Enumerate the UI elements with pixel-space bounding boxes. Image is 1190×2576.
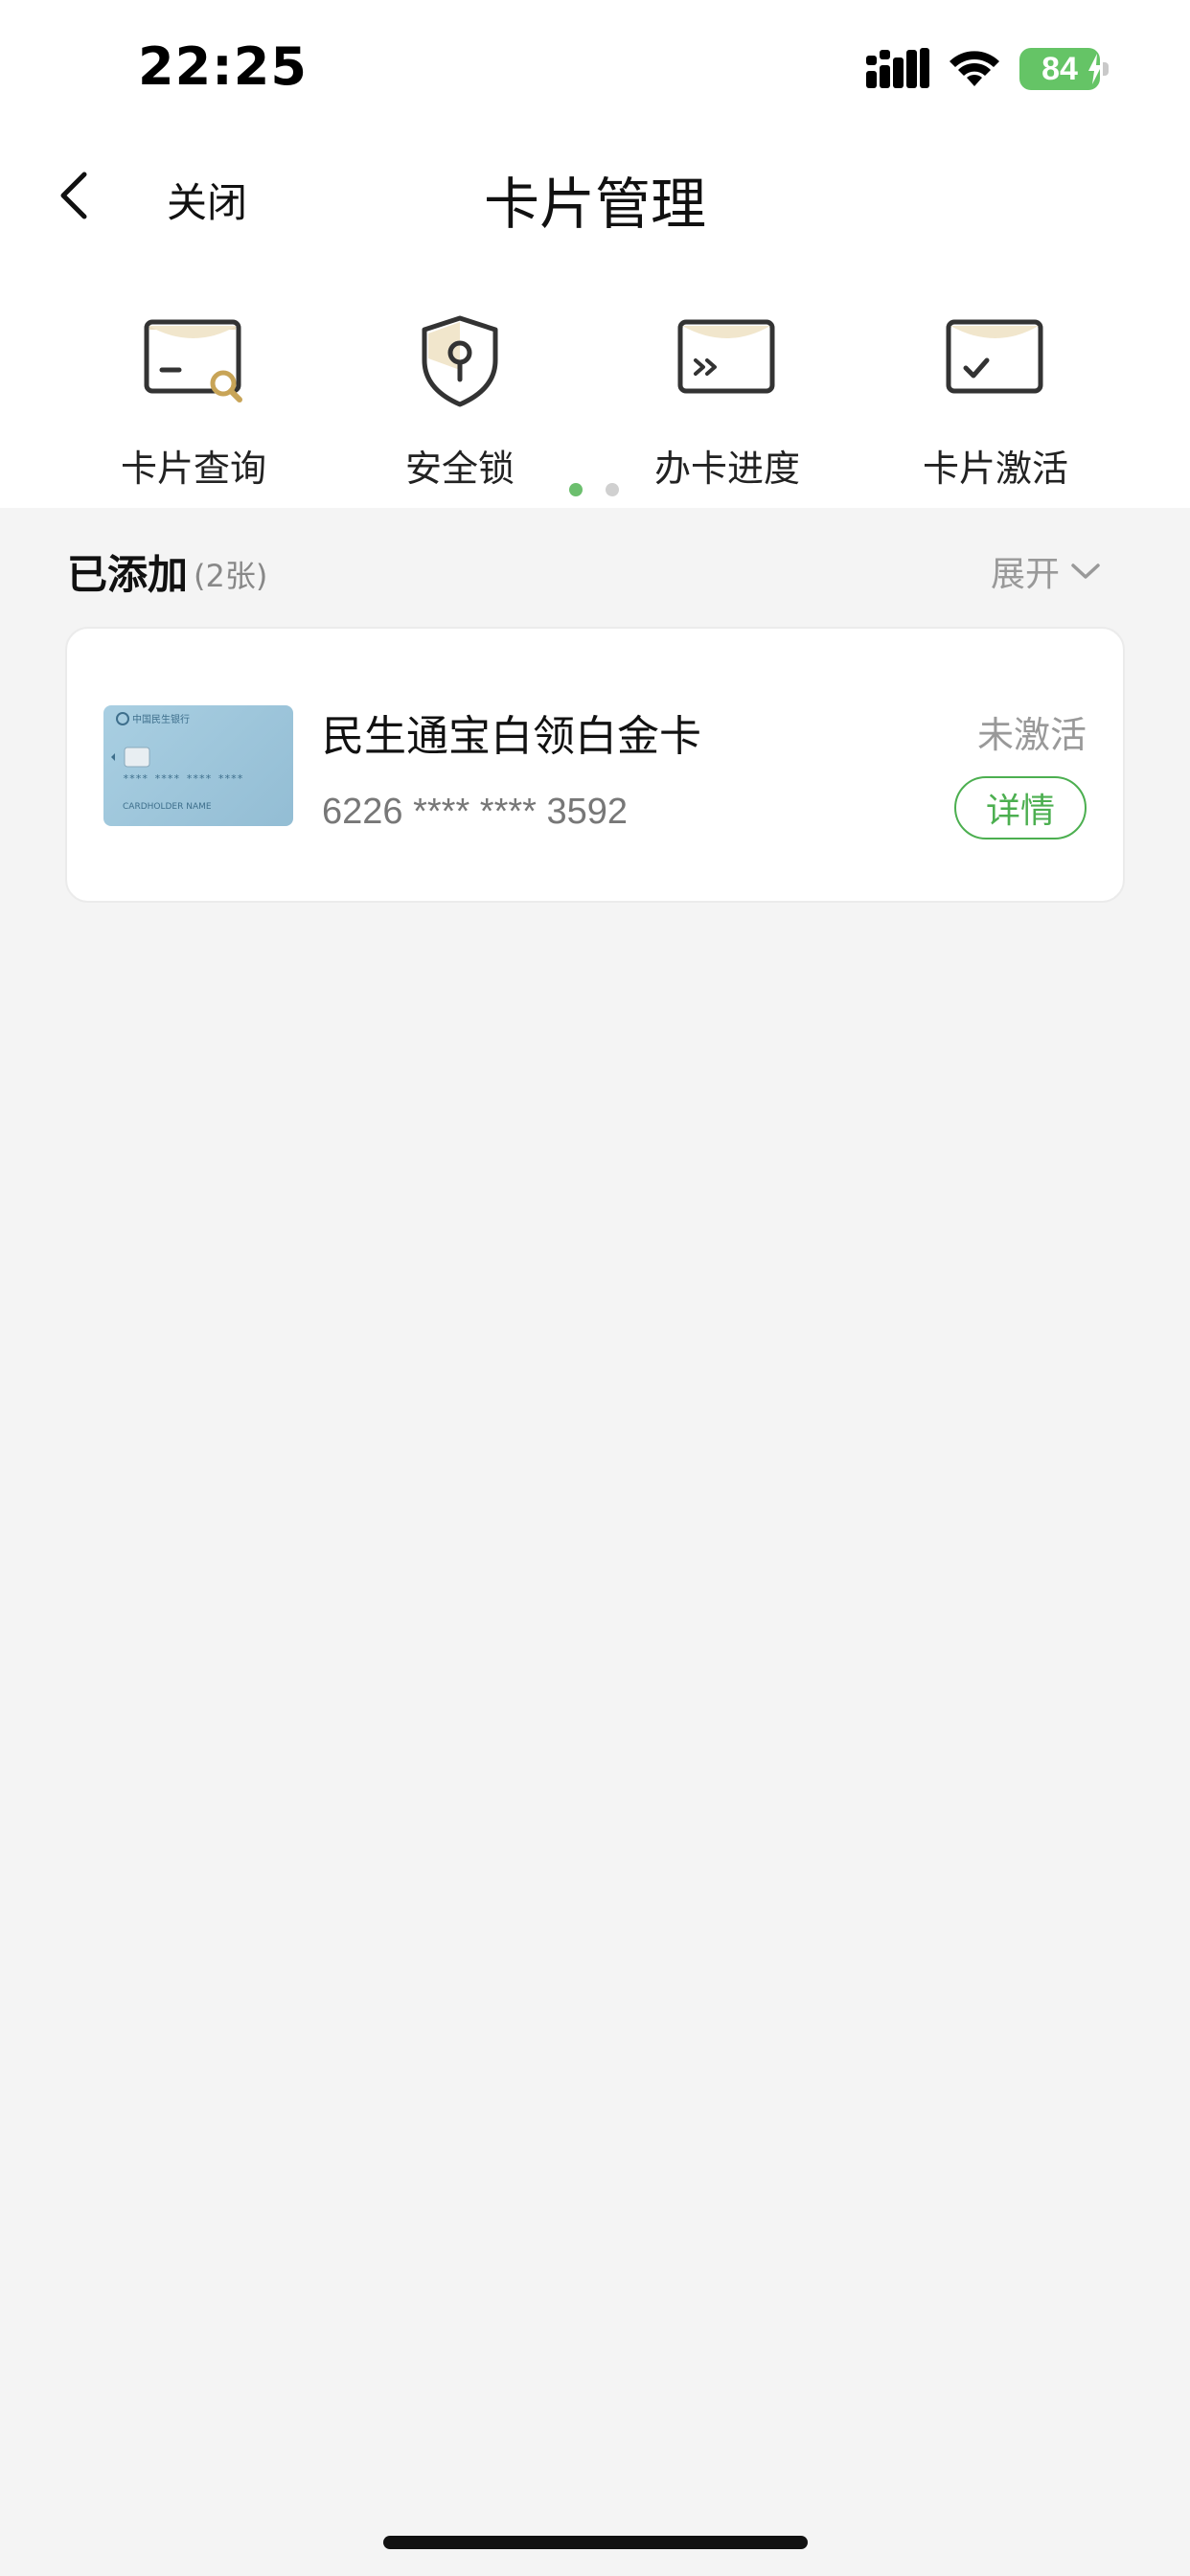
expand-button[interactable]: 展开 — [991, 546, 1102, 596]
section-count: (2张) — [194, 558, 268, 594]
card-activate-icon — [946, 319, 1043, 394]
battery-level: 84 — [1041, 50, 1078, 87]
card-list-item[interactable]: 中国民生银行 **** **** **** **** CARDHOLDER NA… — [65, 627, 1125, 903]
card-status-badge: 未激活 — [976, 714, 1087, 756]
expand-label: 展开 — [990, 555, 1060, 594]
card-number: 6226 **** **** 3592 — [322, 792, 629, 832]
card-thumbnail: 中国民生银行 **** **** **** **** CARDHOLDER NA… — [103, 705, 293, 826]
status-indicators: 84 — [866, 44, 1109, 94]
home-indicator[interactable] — [383, 2536, 808, 2549]
section-title: 已添加 — [67, 551, 189, 598]
chevron-down-icon — [1071, 564, 1100, 579]
quick-action-card-progress[interactable]: 办卡进度 — [603, 312, 852, 492]
quick-action-security-lock[interactable]: 安全锁 — [335, 312, 584, 492]
battery-tip — [1103, 62, 1109, 76]
quick-action-card-query[interactable]: 卡片查询 — [69, 312, 318, 492]
wifi-icon — [950, 51, 999, 86]
card-name: 民生通宝白领白金卡 — [322, 712, 701, 761]
shield-lock-icon — [422, 315, 498, 407]
card-face-graphic: 中国民生银行 **** **** **** **** CARDHOLDER NA… — [111, 712, 243, 812]
detail-button[interactable]: 详情 — [954, 776, 1087, 840]
pager-dot[interactable] — [606, 483, 619, 496]
quick-action-label: 办卡进度 — [653, 448, 800, 490]
battery-indicator: 84 — [1019, 48, 1109, 90]
card-thumb-bank-name: 中国民生银行 — [132, 713, 190, 725]
quick-action-label: 卡片查询 — [120, 448, 266, 490]
card-search-icon — [144, 319, 242, 402]
pager-dot-active[interactable] — [569, 483, 583, 496]
quick-action-label: 安全锁 — [404, 448, 515, 490]
card-progress-icon — [677, 319, 775, 394]
card-thumb-number: **** **** **** **** — [123, 772, 243, 785]
charging-bolt-icon — [1088, 54, 1102, 84]
card-thumb-holder: CARDHOLDER NAME — [123, 802, 212, 812]
quick-action-label: 卡片激活 — [922, 448, 1068, 490]
status-time: 22:25 — [138, 36, 308, 97]
cellular-signal-icon — [866, 48, 929, 88]
page-title: 卡片管理 — [483, 172, 706, 237]
quick-action-card-activate[interactable]: 卡片激活 — [871, 312, 1120, 492]
